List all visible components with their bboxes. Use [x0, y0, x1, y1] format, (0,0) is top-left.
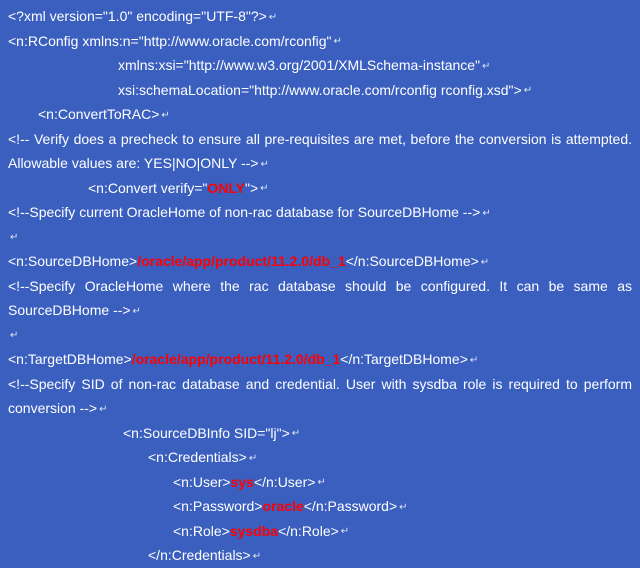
convert-open-a: <n:Convert verify=" [88, 180, 207, 196]
source-db-home-close: </n:SourceDBHome> [346, 253, 479, 269]
line-end-icon: ↵ [247, 453, 257, 464]
code-line: <n:Password>oracle</n:Password>↵ [8, 494, 632, 519]
password-open: <n:Password> [173, 498, 263, 514]
line-end-icon: ↵ [131, 306, 141, 317]
line-end-icon: ↵ [8, 330, 18, 341]
line-end-icon: ↵ [290, 428, 300, 439]
line-end-icon: ↵ [468, 355, 478, 366]
code-line: <n:Credentials>↵ [8, 445, 632, 470]
target-db-home-value: /oracle/app/product/11.2.0/db_1 [132, 351, 341, 367]
role-open: <n:Role> [173, 523, 230, 539]
code-line: <n:User>sys</n:User>↵ [8, 470, 632, 495]
code-line: <n:SourceDBInfo SID="lj">↵ [8, 421, 632, 446]
convert-to-rac-open: <n:ConvertToRAC> [38, 106, 159, 122]
target-db-home-close: </n:TargetDBHome> [340, 351, 468, 367]
xml-declaration: <?xml version="1.0" encoding="UTF-8"?> [8, 8, 267, 24]
line-end-icon: ↵ [258, 159, 268, 170]
line-end-icon: ↵ [332, 36, 342, 47]
line-end-icon: ↵ [479, 257, 489, 268]
source-home-comment: <!--Specify current OracleHome of non-ra… [8, 204, 480, 220]
convert-open-c: "> [245, 180, 258, 196]
credentials-open: <n:Credentials> [148, 449, 247, 465]
user-value: sys [231, 474, 254, 490]
code-line: <!--Specify SID of non-rac database and … [8, 372, 632, 421]
line-end-icon: ↵ [522, 85, 532, 96]
password-value: oracle [263, 498, 304, 514]
line-end-icon: ↵ [258, 183, 268, 194]
xmlns-xsi: xmlns:xsi="http://www.w3.org/2001/XMLSch… [118, 57, 480, 73]
code-line: <n:RConfig xmlns:n="http://www.oracle.co… [8, 29, 632, 54]
line-end-icon: ↵ [97, 404, 107, 415]
schema-location: xsi:schemaLocation="http://www.oracle.co… [118, 82, 522, 98]
code-line: ↵ [8, 323, 632, 348]
line-end-icon: ↵ [397, 502, 407, 513]
verify-comment: <!-- Verify does a precheck to ensure al… [8, 131, 635, 172]
line-end-icon: ↵ [267, 12, 277, 23]
rconfig-open: <n:RConfig xmlns:n="http://www.oracle.co… [8, 33, 332, 49]
code-line: <!-- Verify does a precheck to ensure al… [8, 127, 632, 176]
code-line: <n:TargetDBHome>/oracle/app/product/11.2… [8, 347, 632, 372]
user-open: <n:User> [173, 474, 231, 490]
role-close: </n:Role> [278, 523, 339, 539]
code-line: <?xml version="1.0" encoding="UTF-8"?>↵ [8, 4, 632, 29]
source-db-home-value: /oracle/app/product/11.2.0/db_1 [137, 253, 346, 269]
code-line: ↵ [8, 225, 632, 250]
source-db-info-open: <n:SourceDBInfo SID="lj"> [123, 425, 290, 441]
code-line: <n:Convert verify="ONLY">↵ [8, 176, 632, 201]
line-end-icon: ↵ [480, 61, 490, 72]
code-line: <!--Specify current OracleHome of non-ra… [8, 200, 632, 225]
code-line: <n:SourceDBHome>/oracle/app/product/11.2… [8, 249, 632, 274]
code-line: <!--Specify OracleHome where the rac dat… [8, 274, 632, 323]
line-end-icon: ↵ [8, 232, 18, 243]
role-value: sysdba [230, 523, 278, 539]
code-line: xmlns:xsi="http://www.w3.org/2001/XMLSch… [8, 53, 632, 78]
line-end-icon: ↵ [315, 477, 325, 488]
code-line: <n:ConvertToRAC>↵ [8, 102, 632, 127]
convert-verify-value: ONLY [207, 180, 245, 196]
source-db-home-open: <n:SourceDBHome> [8, 253, 137, 269]
target-db-home-open: <n:TargetDBHome> [8, 351, 132, 367]
user-close: </n:User> [254, 474, 315, 490]
line-end-icon: ↵ [159, 110, 169, 121]
code-line: <n:Role>sysdba</n:Role>↵ [8, 519, 632, 544]
line-end-icon: ↵ [480, 208, 490, 219]
line-end-icon: ↵ [251, 551, 261, 562]
credentials-close: </n:Credentials> [148, 547, 251, 563]
line-end-icon: ↵ [339, 526, 349, 537]
password-close: </n:Password> [304, 498, 397, 514]
code-line: xsi:schemaLocation="http://www.oracle.co… [8, 78, 632, 103]
code-line: </n:Credentials>↵ [8, 543, 632, 568]
target-home-comment: <!--Specify OracleHome where the rac dat… [8, 278, 636, 319]
